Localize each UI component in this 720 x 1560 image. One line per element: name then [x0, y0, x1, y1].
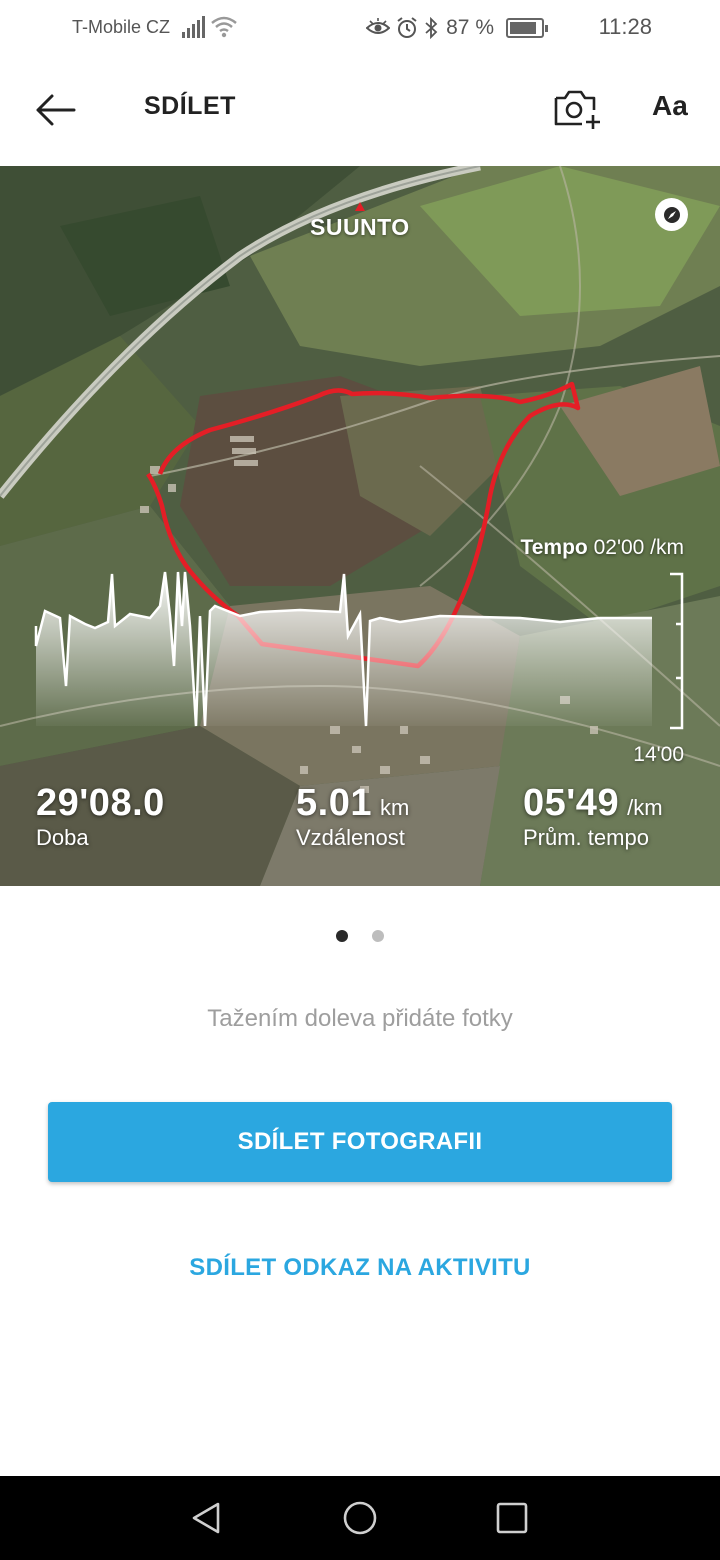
- system-nav-bar: [0, 1476, 720, 1560]
- stat-unit: km: [379, 795, 410, 820]
- swipe-hint: Tažením doleva přidáte fotky: [207, 1005, 513, 1032]
- share-card: SUUNTO Tempo 02'00 /km 14'00 29'08.0 Dob…: [0, 166, 720, 886]
- tempo-bottom-value: 14'00: [633, 743, 684, 766]
- stat-value: 5.01: [296, 782, 372, 824]
- stat-distance: 5.01 km Vzdálenost: [296, 782, 409, 851]
- map-location-button[interactable]: [655, 198, 688, 231]
- brand-mark-icon: [355, 202, 365, 211]
- battery-percentage: 87 %: [446, 16, 494, 39]
- stat-pace: 05'49/km Prům. tempo: [523, 782, 663, 851]
- satellite-map: [0, 166, 720, 886]
- home-circle-icon[interactable]: [342, 1500, 378, 1536]
- page-dot[interactable]: [372, 930, 384, 942]
- stat-label: Vzdálenost: [296, 825, 405, 850]
- back-triangle-icon[interactable]: [188, 1500, 224, 1536]
- bluetooth-icon: [425, 17, 438, 39]
- recents-square-icon[interactable]: [494, 1500, 530, 1536]
- wifi-icon: [211, 16, 237, 38]
- page-dot-active[interactable]: [336, 930, 348, 942]
- eye-icon: [366, 18, 391, 34]
- font-style-button[interactable]: Aa: [652, 90, 688, 122]
- stat-label: Prům. tempo: [523, 825, 649, 850]
- share-photo-button[interactable]: SDÍLET FOTOGRAFII: [48, 1102, 672, 1182]
- compass-icon: [663, 206, 680, 223]
- alarm-icon: [397, 17, 417, 38]
- stat-value: 05'49: [523, 782, 620, 824]
- signal-icon: [182, 16, 206, 38]
- stat-duration: 29'08.0 Doba: [36, 782, 165, 851]
- brand-logo: SUUNTO: [310, 214, 410, 240]
- stat-label: Doba: [36, 825, 89, 850]
- stat-value: 29'08.0: [36, 782, 165, 824]
- tempo-top-value: 02'00 /km: [593, 536, 684, 559]
- back-arrow-icon[interactable]: [30, 86, 82, 134]
- page-title: SDÍLET: [144, 92, 236, 120]
- battery-icon: [506, 18, 548, 38]
- carrier-name: T-Mobile CZ: [72, 17, 171, 37]
- stat-unit: /km: [627, 795, 663, 820]
- status-bar: T-Mobile CZ 87 % 11:28: [0, 0, 720, 56]
- share-activity-link-button[interactable]: SDÍLET ODKAZ NA AKTIVITU: [0, 1254, 720, 1282]
- page-indicator: [336, 930, 384, 942]
- add-photo-icon[interactable]: [550, 84, 602, 134]
- tempo-label: Tempo: [520, 536, 588, 559]
- app-bar: SDÍLET Aa: [0, 56, 720, 166]
- tempo-axis-label: Tempo 02'00 /km: [520, 536, 684, 560]
- clock: 11:28: [598, 14, 652, 39]
